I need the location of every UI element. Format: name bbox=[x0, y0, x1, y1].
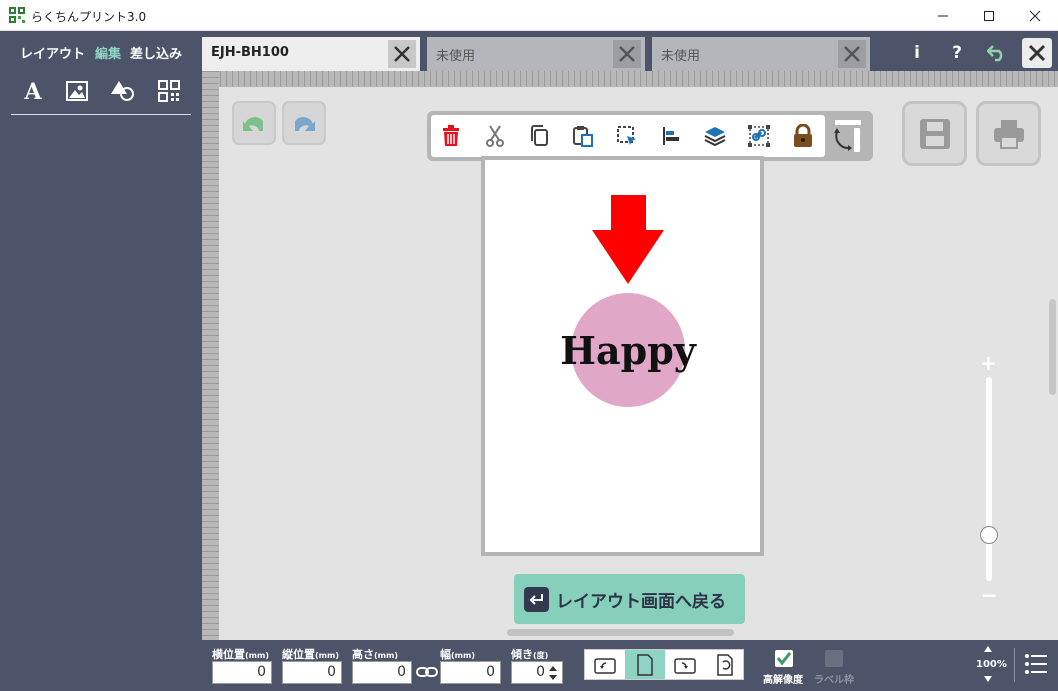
happy-text[interactable]: Happy bbox=[560, 328, 697, 373]
close-tab-icon[interactable] bbox=[388, 40, 416, 68]
document-tab-label: 未使用 bbox=[661, 49, 701, 64]
edit-toolbar bbox=[427, 111, 873, 161]
maximize-button[interactable] bbox=[966, 0, 1012, 31]
zoom-slider-handle[interactable] bbox=[980, 526, 998, 544]
label-design: Happy bbox=[560, 195, 697, 407]
label-frame-label: ラベル枠 bbox=[814, 675, 854, 686]
text-icon[interactable]: A bbox=[21, 79, 45, 103]
width-label: 幅(mm) bbox=[440, 648, 475, 661]
tab-merge[interactable]: 差し込み bbox=[130, 43, 182, 62]
align-icon[interactable] bbox=[659, 124, 683, 148]
close-window-button[interactable] bbox=[1012, 0, 1058, 31]
zoom-slider[interactable] bbox=[986, 377, 992, 581]
edit-toolbar-icons bbox=[431, 115, 825, 157]
undo-button[interactable] bbox=[232, 101, 276, 145]
paste-icon[interactable] bbox=[571, 124, 595, 148]
sidebar-divider bbox=[11, 114, 191, 115]
y-position-label: 縦位置(mm) bbox=[282, 648, 339, 661]
app-logo-icon bbox=[9, 7, 25, 23]
vertical-scrollbar[interactable] bbox=[1049, 299, 1056, 395]
zoom-out-button[interactable]: − bbox=[981, 583, 998, 607]
back-to-layout-label: レイアウト画面へ戻る bbox=[556, 592, 726, 612]
print-button[interactable] bbox=[976, 101, 1041, 166]
close-editor-button[interactable] bbox=[1022, 38, 1052, 68]
select-icon[interactable] bbox=[615, 124, 639, 148]
rotate-right-icon[interactable] bbox=[665, 650, 705, 679]
rotate-180-icon[interactable] bbox=[705, 650, 745, 679]
back-arrow-icon[interactable] bbox=[984, 40, 1010, 66]
close-tab-icon[interactable] bbox=[613, 40, 641, 68]
title-bar: らくちんプリント3.0 bbox=[0, 0, 1058, 31]
document-tab-label: 未使用 bbox=[436, 49, 476, 64]
group-icon[interactable] bbox=[747, 124, 771, 148]
copy-icon[interactable] bbox=[527, 124, 551, 148]
trash-icon[interactable] bbox=[439, 124, 463, 148]
zoom-in-button[interactable]: + bbox=[980, 351, 997, 375]
width-field[interactable]: 0 bbox=[440, 661, 501, 684]
qr-code-icon[interactable] bbox=[157, 79, 181, 103]
x-position-field[interactable]: 0 bbox=[212, 661, 272, 684]
lock-icon[interactable] bbox=[791, 124, 815, 148]
high-res-checkbox[interactable] bbox=[775, 650, 793, 667]
document-tab-3[interactable]: 未使用 bbox=[652, 37, 870, 71]
label-page[interactable]: Happy bbox=[481, 156, 764, 556]
sidebar: レイアウト 編集 差し込み A bbox=[0, 31, 202, 691]
zoom-up-icon[interactable] bbox=[984, 646, 992, 652]
tab-layout[interactable]: レイアウト bbox=[20, 43, 85, 62]
close-tab-icon[interactable] bbox=[838, 40, 866, 68]
document-tab-label: EJH-BH100 bbox=[211, 45, 289, 60]
bottom-bar: 横位置(mm) 0 縦位置(mm) 0 高さ(mm) 0 幅(mm) 0 傾き(… bbox=[202, 640, 1058, 691]
height-field[interactable]: 0 bbox=[352, 661, 412, 684]
bottom-divider bbox=[1014, 648, 1015, 682]
return-icon bbox=[524, 587, 549, 612]
image-icon[interactable] bbox=[65, 79, 89, 103]
save-button[interactable] bbox=[902, 101, 967, 166]
help-button[interactable]: ? bbox=[944, 40, 970, 66]
arrow-shape[interactable] bbox=[592, 195, 664, 284]
label-frame-checkbox[interactable] bbox=[825, 650, 843, 667]
workspace: Happy レイアウト画面へ戻る + − bbox=[202, 71, 1058, 640]
link-icon[interactable] bbox=[416, 665, 438, 679]
layers-icon[interactable] bbox=[703, 124, 727, 148]
horizontal-scrollbar[interactable] bbox=[507, 629, 734, 636]
document-tab-2[interactable]: 未使用 bbox=[427, 37, 645, 71]
orientation-group bbox=[584, 649, 744, 680]
document-tab-1[interactable]: EJH-BH100 bbox=[202, 37, 420, 71]
zoom-level[interactable]: 100% bbox=[976, 659, 1007, 670]
portrait-icon[interactable] bbox=[625, 650, 665, 679]
back-to-layout-button[interactable]: レイアウト画面へ戻る bbox=[514, 574, 745, 624]
rotate-icon[interactable] bbox=[825, 111, 871, 161]
height-label: 高さ(mm) bbox=[352, 648, 398, 661]
high-res-label: 高解像度 bbox=[763, 675, 803, 686]
info-button[interactable]: i bbox=[904, 40, 930, 66]
rotate-left-icon[interactable] bbox=[585, 650, 625, 679]
shape-icon[interactable] bbox=[110, 79, 134, 103]
minimize-button[interactable] bbox=[920, 0, 966, 31]
tab-edit[interactable]: 編集 bbox=[95, 43, 121, 62]
zoom-down-icon[interactable] bbox=[984, 676, 992, 682]
angle-stepper-icon[interactable] bbox=[548, 664, 558, 682]
cut-icon[interactable] bbox=[483, 124, 507, 148]
x-position-label: 横位置(mm) bbox=[212, 648, 269, 661]
vertical-ruler bbox=[202, 71, 219, 640]
list-menu-icon[interactable] bbox=[1025, 653, 1047, 675]
angle-label: 傾き(度) bbox=[511, 648, 549, 661]
horizontal-ruler bbox=[202, 71, 1058, 87]
window-title: らくちんプリント3.0 bbox=[31, 10, 147, 24]
redo-button[interactable] bbox=[282, 101, 326, 145]
svg-text:A: A bbox=[23, 80, 42, 102]
y-position-field[interactable]: 0 bbox=[282, 661, 342, 684]
